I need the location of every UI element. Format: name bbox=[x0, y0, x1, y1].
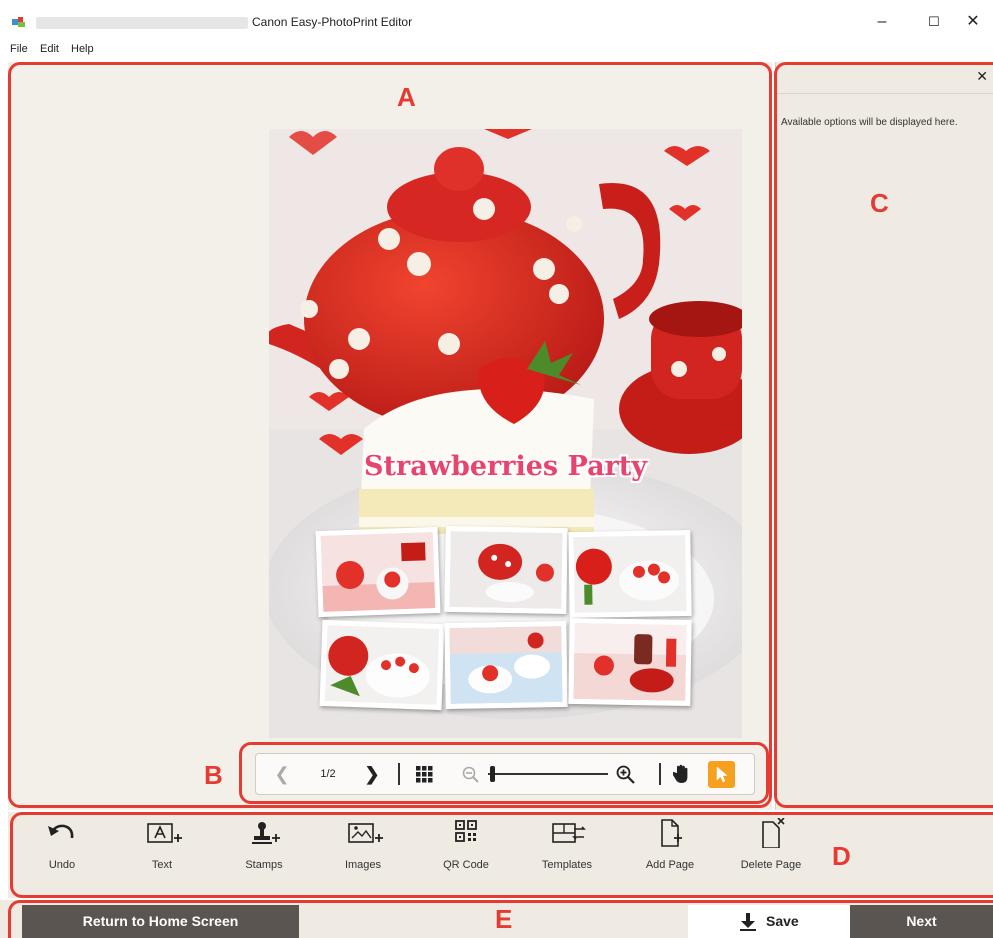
callout-b: B bbox=[204, 760, 223, 790]
blurred-document-path bbox=[36, 17, 248, 29]
toolbar-divider bbox=[398, 763, 400, 785]
qr-code-label: QR Code bbox=[443, 859, 489, 871]
templates-label: Templates bbox=[541, 859, 593, 871]
undo-button[interactable]: Undo bbox=[12, 812, 112, 898]
templates-icon bbox=[552, 823, 586, 843]
menu-edit[interactable]: Edit bbox=[40, 43, 59, 55]
app-logo-icon bbox=[12, 17, 25, 27]
zoom-in-icon[interactable] bbox=[616, 765, 635, 784]
options-panel: ✕ Available options will be displayed he… bbox=[775, 62, 993, 810]
thumbnail-image bbox=[449, 626, 563, 704]
images-label: Images bbox=[344, 859, 382, 871]
thumbnail-image bbox=[573, 535, 687, 613]
thumbnail-image bbox=[449, 531, 563, 609]
stamps-button[interactable]: Stamps bbox=[214, 812, 314, 898]
photo-thumbnail[interactable] bbox=[315, 526, 441, 618]
save-button[interactable]: Save bbox=[688, 905, 850, 938]
page-indicator: 1/2 bbox=[320, 768, 336, 780]
images-icon bbox=[348, 823, 383, 843]
page-title-text[interactable]: Strawberries Party bbox=[269, 451, 742, 482]
page-canvas[interactable]: Strawberries Party bbox=[269, 129, 742, 738]
close-options-panel-button[interactable]: ✕ bbox=[976, 68, 988, 85]
hand-tool-icon[interactable] bbox=[673, 764, 691, 784]
delete-page-label: Delete Page bbox=[740, 859, 802, 871]
maximize-button[interactable]: ☐ bbox=[914, 8, 954, 36]
return-to-home-button[interactable]: Return to Home Screen bbox=[22, 905, 299, 938]
thumbnail-image bbox=[320, 532, 436, 612]
add-page-button[interactable]: Add Page bbox=[620, 812, 720, 898]
delete-page-icon bbox=[762, 818, 785, 848]
download-icon bbox=[740, 913, 756, 931]
photo-thumbnail[interactable] bbox=[568, 617, 692, 707]
menu-help[interactable]: Help bbox=[71, 43, 94, 55]
qr-code-button[interactable]: QR Code bbox=[416, 812, 516, 898]
callout-d: D bbox=[832, 841, 851, 871]
text-icon bbox=[147, 823, 182, 843]
thumbnail-image bbox=[324, 625, 440, 705]
next-page-button[interactable]: ❯ bbox=[360, 754, 384, 794]
photo-thumbnail[interactable] bbox=[319, 619, 445, 711]
text-button[interactable]: Text bbox=[112, 812, 212, 898]
next-button[interactable]: Next bbox=[850, 905, 993, 938]
templates-button[interactable]: Templates bbox=[517, 812, 617, 898]
zoom-slider[interactable] bbox=[488, 773, 608, 775]
select-tool-button[interactable] bbox=[708, 761, 735, 788]
toolbar-divider bbox=[659, 763, 661, 785]
pointer-arrow-icon bbox=[716, 766, 728, 783]
zoom-out-icon[interactable] bbox=[462, 766, 479, 783]
qr-code-icon bbox=[455, 820, 477, 842]
add-page-label: Add Page bbox=[645, 859, 695, 871]
previous-page-button[interactable]: ❮ bbox=[270, 754, 294, 794]
page-navigation-toolbar: ❮ 1/2 ❯ bbox=[255, 753, 755, 795]
save-label: Save bbox=[766, 913, 799, 929]
stamps-label: Stamps bbox=[245, 859, 283, 871]
photo-thumbnail[interactable] bbox=[444, 620, 568, 710]
text-label: Text bbox=[151, 859, 173, 871]
thumbnail-image bbox=[573, 623, 687, 701]
menu-file[interactable]: File bbox=[10, 43, 28, 55]
menu-bar: File Edit Help bbox=[0, 40, 993, 59]
images-button[interactable]: Images bbox=[313, 812, 413, 898]
close-window-button[interactable]: ✕ bbox=[953, 8, 993, 36]
delete-page-button[interactable]: Delete Page bbox=[721, 812, 821, 898]
undo-icon bbox=[48, 824, 74, 839]
options-placeholder-text: Available options will be displayed here… bbox=[781, 117, 958, 128]
page-list-grid-icon[interactable] bbox=[416, 766, 433, 783]
callout-c: C bbox=[870, 188, 889, 218]
window-title: Canon Easy-PhotoPrint Editor bbox=[252, 15, 413, 29]
photo-thumbnail[interactable] bbox=[568, 529, 692, 619]
photo-thumbnail[interactable] bbox=[444, 525, 568, 615]
title-bar: Canon Easy-PhotoPrint Editor – ☐ ✕ bbox=[0, 0, 993, 40]
callout-a: A bbox=[397, 82, 416, 112]
minimize-button[interactable]: – bbox=[862, 8, 902, 36]
options-panel-header: ✕ bbox=[776, 62, 993, 94]
add-page-icon bbox=[661, 819, 682, 847]
undo-label: Undo bbox=[48, 859, 76, 871]
zoom-slider-handle[interactable] bbox=[489, 766, 495, 782]
callout-e: E bbox=[495, 904, 513, 934]
stamps-icon bbox=[252, 822, 280, 844]
